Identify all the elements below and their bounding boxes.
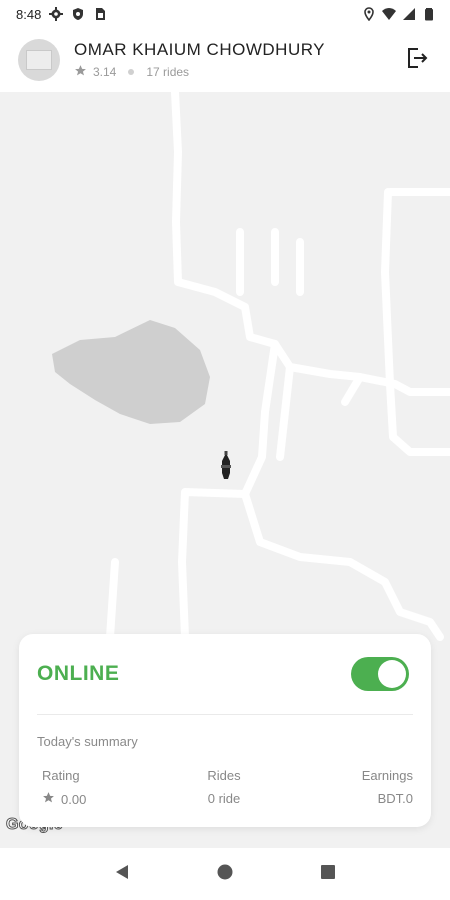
- recents-button[interactable]: [313, 859, 343, 889]
- logout-icon: [405, 46, 429, 75]
- home-button[interactable]: [210, 859, 240, 889]
- star-icon: [74, 64, 87, 80]
- status-time: 8:48: [16, 6, 42, 22]
- wifi-icon: [382, 7, 396, 21]
- map-area-shape: [52, 320, 210, 424]
- stat-earnings: Earnings BDT.0: [362, 768, 413, 807]
- stat-label: Rating: [42, 768, 80, 783]
- driver-location-marker: [221, 451, 231, 479]
- avatar[interactable]: [18, 39, 60, 81]
- stat-label: Rides: [207, 768, 241, 783]
- rides-value: 0 ride: [207, 791, 241, 806]
- summary-stats: Rating 0.00 Rides 0 ride Earnings BDT.0: [37, 768, 413, 807]
- avatar-placeholder: [26, 50, 52, 70]
- status-card: ONLINE Today's summary Rating 0.00 Rides…: [19, 634, 431, 827]
- back-button[interactable]: [107, 859, 137, 889]
- separator-dot: [128, 69, 135, 75]
- driver-info: OMAR KHAIUM CHOWDHURY 3.14 17 rides: [74, 40, 325, 80]
- sim-card-icon: [93, 7, 107, 21]
- signal-icon: [402, 7, 416, 21]
- driver-meta: 3.14 17 rides: [74, 64, 325, 80]
- stat-rating: Rating 0.00: [37, 768, 86, 807]
- battery-icon: [422, 7, 436, 21]
- stat-label: Earnings: [361, 768, 413, 783]
- star-icon: [42, 791, 55, 807]
- logout-button[interactable]: [402, 45, 432, 75]
- location-icon: [362, 7, 376, 22]
- driver-rides: 17 rides: [146, 65, 190, 79]
- home-icon: [216, 863, 234, 886]
- online-toggle[interactable]: [351, 657, 409, 691]
- status-row: ONLINE: [37, 654, 409, 694]
- gear-icon: [49, 7, 64, 21]
- rating-value: 0.00: [61, 791, 87, 807]
- stat-rides: Rides 0 ride: [207, 768, 240, 807]
- driver-name: OMAR KHAIUM CHOWDHURY: [74, 40, 326, 59]
- system-nav-bar: [0, 848, 450, 900]
- back-icon: [113, 863, 131, 886]
- toggle-knob: [378, 660, 406, 688]
- stat-value: 0.00: [42, 791, 86, 807]
- driver-rating: 3.14: [93, 65, 117, 79]
- divider: [37, 714, 413, 715]
- recents-icon: [319, 863, 337, 886]
- online-status-label: ONLINE: [37, 662, 120, 685]
- summary-title: Today's summary: [37, 734, 138, 749]
- shield-icon: [71, 7, 85, 21]
- earnings-value: BDT.0: [377, 791, 413, 806]
- driver-header: OMAR KHAIUM CHOWDHURY 3.14 17 rides: [0, 28, 450, 92]
- status-bar: 8:48: [0, 0, 450, 28]
